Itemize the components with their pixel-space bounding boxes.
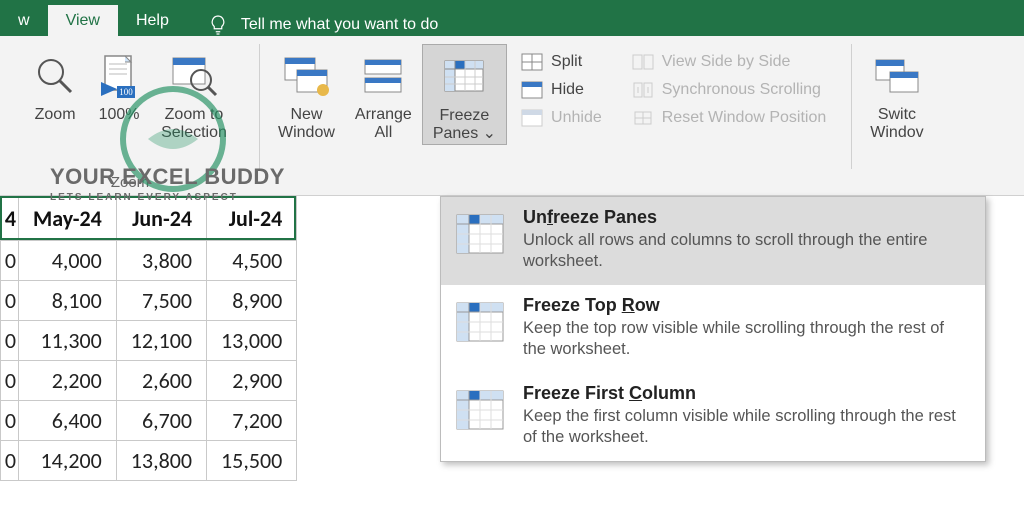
- magnifier-icon: [33, 54, 77, 98]
- dropdown-item-title: Freeze First Column: [523, 383, 967, 404]
- cell[interactable]: 0: [1, 441, 19, 481]
- freeze-dropdown-item[interactable]: Unfreeze PanesUnlock all rows and column…: [441, 197, 985, 285]
- dropdown-item-desc: Keep the top row visible while scrolling…: [523, 318, 967, 361]
- cell[interactable]: 13,000: [207, 321, 297, 361]
- zoom-selection-icon: [169, 52, 219, 100]
- tell-me-search[interactable]: Tell me what you want to do: [187, 14, 438, 36]
- unhide-button: Unhide: [517, 106, 606, 130]
- freeze-option-icon: [455, 387, 505, 433]
- cell[interactable]: 12,100: [116, 321, 206, 361]
- cell[interactable]: 2,600: [116, 361, 206, 401]
- zoom-label: Zoom: [35, 106, 76, 124]
- column-header[interactable]: May-24: [19, 197, 117, 241]
- unhide-icon: [521, 109, 543, 127]
- cell[interactable]: 0: [1, 361, 19, 401]
- cell[interactable]: 7,500: [116, 281, 206, 321]
- group-window-mid: Split Hide Unhide: [507, 36, 618, 195]
- ribbon-tab-strip: w View Help Tell me what you want to do: [0, 0, 1024, 36]
- switch-windows-icon: [872, 54, 922, 98]
- tab-view[interactable]: View: [48, 5, 118, 36]
- side-by-side-icon: [632, 53, 654, 71]
- dropdown-item-desc: Unlock all rows and columns to scroll th…: [523, 230, 967, 273]
- dropdown-item-title: Unfreeze Panes: [523, 207, 967, 228]
- group-zoom-label: Zoom: [0, 174, 260, 191]
- cell[interactable]: 14,200: [19, 441, 117, 481]
- split-button[interactable]: Split: [517, 50, 606, 74]
- cell[interactable]: 0: [1, 321, 19, 361]
- svg-text:100: 100: [119, 87, 133, 97]
- reset-window-position-button: Reset Window Position: [628, 106, 831, 130]
- zoom-100-button[interactable]: 100 100%: [87, 44, 151, 143]
- freeze-dropdown-item[interactable]: Freeze First ColumnKeep the first column…: [441, 373, 985, 461]
- new-window-button[interactable]: New Window: [268, 44, 345, 145]
- split-icon: [521, 53, 543, 71]
- cell[interactable]: 8,900: [207, 281, 297, 321]
- new-window-label: New Window: [278, 106, 335, 143]
- column-header[interactable]: Jun-24: [116, 197, 206, 241]
- cell[interactable]: 0: [1, 401, 19, 441]
- cell[interactable]: 15,500: [207, 441, 297, 481]
- freeze-panes-dropdown: Unfreeze PanesUnlock all rows and column…: [440, 196, 986, 462]
- page-100-icon: 100: [97, 52, 141, 100]
- group-switch-windows: Switc Windov: [852, 36, 933, 195]
- cell[interactable]: 8,100: [19, 281, 117, 321]
- group-window-right: View Side by Side Synchronous Scrolling …: [618, 36, 853, 195]
- cell[interactable]: 6,700: [116, 401, 206, 441]
- hide-icon: [521, 81, 543, 99]
- cell[interactable]: 0: [1, 241, 19, 281]
- cell[interactable]: 13,800: [116, 441, 206, 481]
- reset-position-icon: [632, 109, 654, 127]
- freeze-panes-button[interactable]: Freeze Panes ⌄: [422, 44, 507, 145]
- zoom-to-selection-button[interactable]: Zoom to Selection: [151, 44, 237, 143]
- tell-me-label: Tell me what you want to do: [241, 16, 438, 34]
- column-header[interactable]: Jul-24: [207, 197, 297, 241]
- cell[interactable]: 4,000: [19, 241, 117, 281]
- hide-label: Hide: [551, 81, 584, 99]
- sync-scrolling-button: Synchronous Scrolling: [628, 78, 831, 102]
- switch-windows-label: Switc Windov: [870, 106, 923, 143]
- hide-button[interactable]: Hide: [517, 78, 606, 102]
- zoom-100-label: 100%: [99, 106, 140, 124]
- dropdown-item-desc: Keep the first column visible while scro…: [523, 406, 967, 449]
- view-side-by-side-label: View Side by Side: [662, 53, 791, 71]
- arrange-all-icon: [361, 54, 405, 98]
- group-window-left: New Window Arrange All: [260, 36, 507, 195]
- lightbulb-icon: [209, 14, 227, 36]
- switch-windows-button[interactable]: Switc Windov: [860, 44, 933, 143]
- cell[interactable]: 2,900: [207, 361, 297, 401]
- freeze-panes-label: Freeze Panes ⌄: [433, 107, 496, 144]
- cell[interactable]: 3,800: [116, 241, 206, 281]
- zoom-button[interactable]: Zoom: [23, 44, 87, 143]
- reset-window-position-label: Reset Window Position: [662, 109, 827, 127]
- unhide-label: Unhide: [551, 109, 602, 127]
- column-header-partial[interactable]: 4: [1, 197, 19, 241]
- cell[interactable]: 7,200: [207, 401, 297, 441]
- zoom-to-selection-label: Zoom to Selection: [161, 106, 227, 143]
- dropdown-item-title: Freeze Top Row: [523, 295, 967, 316]
- ribbon: Zoom 100 100%: [0, 36, 1024, 196]
- cell[interactable]: 4,500: [207, 241, 297, 281]
- freeze-option-icon: [455, 211, 505, 257]
- new-window-icon: [281, 54, 331, 98]
- cell[interactable]: 2,200: [19, 361, 117, 401]
- tab-previous[interactable]: w: [0, 5, 48, 36]
- view-side-by-side-button: View Side by Side: [628, 50, 831, 74]
- arrange-all-label: Arrange All: [355, 106, 412, 143]
- freeze-dropdown-item[interactable]: Freeze Top RowKeep the top row visible w…: [441, 285, 985, 373]
- freeze-option-icon: [455, 299, 505, 345]
- freeze-panes-icon: [441, 55, 487, 99]
- cell[interactable]: 11,300: [19, 321, 117, 361]
- tab-help[interactable]: Help: [118, 5, 187, 36]
- group-zoom: Zoom 100 100%: [0, 36, 260, 195]
- sync-scrolling-label: Synchronous Scrolling: [662, 81, 821, 99]
- sync-scroll-icon: [632, 81, 654, 99]
- cell[interactable]: 6,400: [19, 401, 117, 441]
- cell[interactable]: 0: [1, 281, 19, 321]
- arrange-all-button[interactable]: Arrange All: [345, 44, 422, 145]
- split-label: Split: [551, 53, 582, 71]
